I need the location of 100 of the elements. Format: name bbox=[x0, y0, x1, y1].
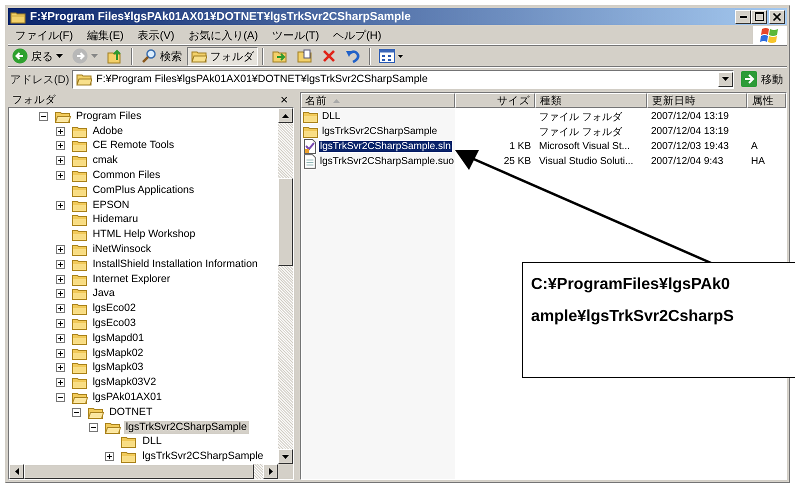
folder-icon bbox=[72, 184, 88, 197]
folder-tree-item[interactable]: ComPlus Applications bbox=[90, 184, 196, 197]
expand-button[interactable] bbox=[56, 156, 65, 166]
folder-icon bbox=[72, 346, 88, 360]
window-title: F:¥Program Files¥lgsPAk01AX01¥DOTNET¥lgsTrkSvr2CSharpSample bbox=[30, 10, 411, 22]
minimize-icon bbox=[740, 16, 746, 18]
expand-button[interactable] bbox=[56, 289, 65, 298]
close-icon bbox=[773, 12, 781, 20]
folder-icon bbox=[72, 332, 88, 345]
collapse-button[interactable] bbox=[72, 408, 82, 417]
folder-tree-item[interactable]: iNetWinsock bbox=[90, 243, 153, 256]
go-button[interactable]: 移動 bbox=[737, 71, 787, 87]
caret-icon bbox=[14, 468, 18, 475]
arrow-right-icon bbox=[741, 71, 757, 87]
file-name[interactable]: DLL bbox=[321, 111, 342, 122]
folders-button[interactable]: フォルダ bbox=[187, 46, 258, 66]
expand-button[interactable] bbox=[56, 126, 65, 136]
expand-button[interactable] bbox=[56, 200, 65, 210]
folder-icon bbox=[10, 10, 26, 24]
expand-button[interactable] bbox=[56, 319, 65, 328]
scrollbar-thumb[interactable] bbox=[278, 178, 293, 266]
back-button[interactable]: 戻る bbox=[8, 46, 67, 66]
folder-tree-item[interactable]: Internet Explorer bbox=[90, 272, 172, 286]
folder-tree-item[interactable]: Hidemaru bbox=[90, 213, 140, 226]
column-header[interactable]: 名前 bbox=[301, 93, 455, 108]
folder-tree-item[interactable]: CE Remote Tools bbox=[90, 139, 176, 152]
folder-icon bbox=[72, 243, 88, 256]
collapse-button[interactable] bbox=[56, 393, 65, 402]
scroll-right-button[interactable] bbox=[263, 464, 278, 479]
folder-tree-item[interactable]: EPSON bbox=[90, 198, 132, 212]
callout-text: ample¥lgsTrkSvr2CsharpS bbox=[531, 308, 734, 326]
scroll-left-button[interactable] bbox=[9, 464, 24, 479]
folder-tree-item[interactable]: lgsTrkSvr2CSharpSample bbox=[124, 420, 249, 434]
expand-button[interactable] bbox=[56, 245, 65, 254]
dropdown-button[interactable] bbox=[718, 72, 733, 86]
menu-item[interactable]: ツール(T) bbox=[265, 28, 326, 42]
expand-button[interactable] bbox=[56, 141, 65, 150]
expand-button[interactable] bbox=[105, 452, 114, 462]
folder-tree-item[interactable]: Program Files bbox=[74, 110, 144, 123]
expand-button[interactable] bbox=[56, 171, 65, 180]
close-button[interactable] bbox=[769, 10, 785, 24]
expand-button[interactable] bbox=[56, 334, 65, 343]
folder-icon bbox=[72, 154, 88, 168]
folder-icon bbox=[72, 361, 88, 374]
menu-item[interactable]: 編集(E) bbox=[80, 28, 131, 42]
folder-tree-item[interactable]: cmak bbox=[90, 154, 120, 168]
caret-icon bbox=[398, 54, 403, 58]
expand-button[interactable] bbox=[56, 274, 65, 284]
collapse-button[interactable] bbox=[39, 112, 48, 121]
open-folder-icon bbox=[88, 406, 104, 419]
file-name[interactable]: lgsTrkSvr2CSharpSample.suo bbox=[318, 156, 455, 167]
folder-tree-item[interactable]: lgsTrkSvr2CSharpSample bbox=[140, 450, 266, 464]
expand-button[interactable] bbox=[56, 378, 65, 388]
folder-tree-item[interactable]: Common Files bbox=[90, 169, 162, 182]
menu-item[interactable]: ファイル(F) bbox=[8, 28, 80, 42]
expand-button[interactable] bbox=[56, 260, 65, 269]
file-type: Visual Studio Soluti... bbox=[539, 156, 634, 167]
folder-tree-item[interactable]: Java bbox=[90, 287, 117, 300]
column-header[interactable]: 更新日時 bbox=[647, 93, 747, 108]
expand-button[interactable] bbox=[56, 363, 65, 372]
folder-tree-item[interactable]: Adobe bbox=[90, 124, 125, 138]
folder-tree-item[interactable]: lgsEco02 bbox=[90, 302, 138, 316]
close-pane-button[interactable]: × bbox=[278, 93, 290, 106]
scroll-down-button[interactable] bbox=[278, 449, 293, 464]
sort-ascending-icon bbox=[333, 98, 340, 102]
folder-icon bbox=[72, 169, 88, 182]
file-name[interactable]: lgsTrkSvr2CSharpSample.sln bbox=[319, 141, 452, 152]
folder-tree-item[interactable]: lgsMapk03V2 bbox=[90, 376, 158, 390]
search-button[interactable]: 検索 bbox=[137, 46, 186, 66]
folder-icon bbox=[72, 198, 88, 212]
column-header[interactable]: 種類 bbox=[535, 93, 647, 108]
folder-tree-item[interactable]: DOTNET bbox=[107, 406, 154, 419]
column-header[interactable]: サイズ bbox=[455, 93, 535, 108]
minimize-button[interactable] bbox=[735, 10, 751, 24]
folder-icon bbox=[72, 272, 88, 286]
folder-tree-item[interactable]: lgsMapk02 bbox=[90, 346, 146, 360]
scroll-up-button[interactable] bbox=[278, 108, 293, 123]
folder-icon bbox=[121, 450, 138, 464]
folder-tree-item[interactable]: InstallShield Installation Information bbox=[90, 258, 260, 271]
folder-tree-item[interactable]: lgsMapd01 bbox=[90, 332, 146, 345]
folder-tree-item[interactable]: lgsPAk01AX01 bbox=[90, 391, 164, 404]
folder-icon bbox=[121, 435, 138, 448]
undo-icon bbox=[345, 48, 361, 64]
menu-item[interactable]: 表示(V) bbox=[130, 28, 182, 42]
file-type: ファイル フォルダ bbox=[539, 126, 622, 138]
menu-item[interactable]: ヘルプ(H) bbox=[326, 28, 388, 42]
file-name[interactable]: lgsTrkSvr2CSharpSample bbox=[321, 126, 438, 137]
column-header[interactable]: 属性 bbox=[747, 93, 786, 108]
folder-icon bbox=[72, 302, 88, 316]
expand-button[interactable] bbox=[56, 348, 65, 358]
collapse-button[interactable] bbox=[88, 422, 98, 432]
menu-item[interactable]: お気に入り(A) bbox=[181, 28, 266, 42]
folder-tree-item[interactable]: lgsEco03 bbox=[90, 317, 138, 330]
folder-tree-item[interactable]: HTML Help Workshop bbox=[90, 228, 198, 242]
maximize-button[interactable] bbox=[751, 10, 767, 24]
folder-tree-item[interactable]: DLL bbox=[140, 435, 164, 448]
address-field[interactable]: F:¥Program Files¥lgsPAk01AX01¥DOTNET¥lgsTrkSvr2CSharpSample bbox=[72, 70, 734, 88]
maximize-icon bbox=[754, 12, 764, 21]
folder-tree-item[interactable]: lgsMapk03 bbox=[90, 361, 146, 374]
expand-button[interactable] bbox=[56, 304, 65, 314]
